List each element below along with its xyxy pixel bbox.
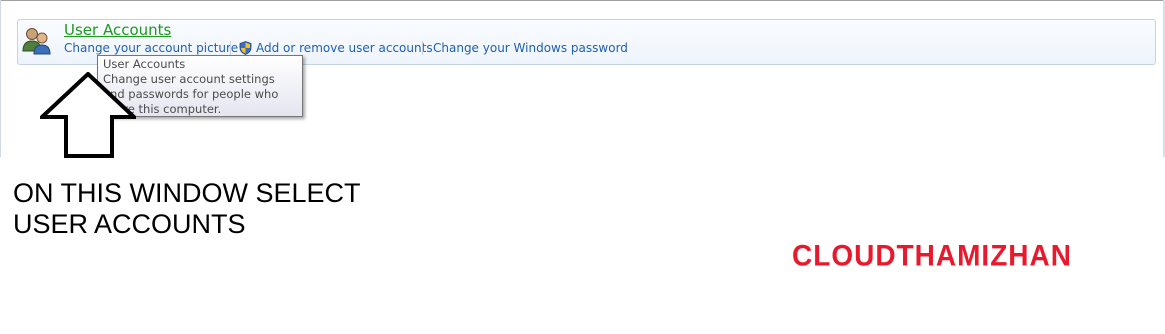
instruction-line-2: USER ACCOUNTS	[13, 209, 246, 239]
window-top-border	[0, 0, 1165, 1]
watermark-logo: CLOUDTHAMIZHAN	[792, 239, 1072, 272]
instruction-line-1: ON THIS WINDOW SELECT	[13, 178, 361, 208]
user-accounts-category-link[interactable]: User Accounts	[64, 21, 171, 39]
link-separator	[422, 41, 423, 55]
instruction-annotation: ON THIS WINDOW SELECT USER ACCOUNTS	[13, 178, 433, 240]
change-account-picture-link[interactable]: Change your account picture	[64, 41, 238, 55]
user-accounts-icon[interactable]	[21, 25, 53, 55]
up-arrow-icon	[40, 72, 136, 158]
window-left-border	[0, 0, 1, 157]
change-windows-password-link[interactable]: Change your Windows password	[433, 41, 628, 55]
uac-shield-icon	[239, 41, 252, 55]
tooltip-title: User Accounts	[103, 57, 186, 71]
link-separator	[230, 41, 231, 55]
add-remove-user-accounts-link[interactable]: Add or remove user accounts	[256, 41, 433, 55]
